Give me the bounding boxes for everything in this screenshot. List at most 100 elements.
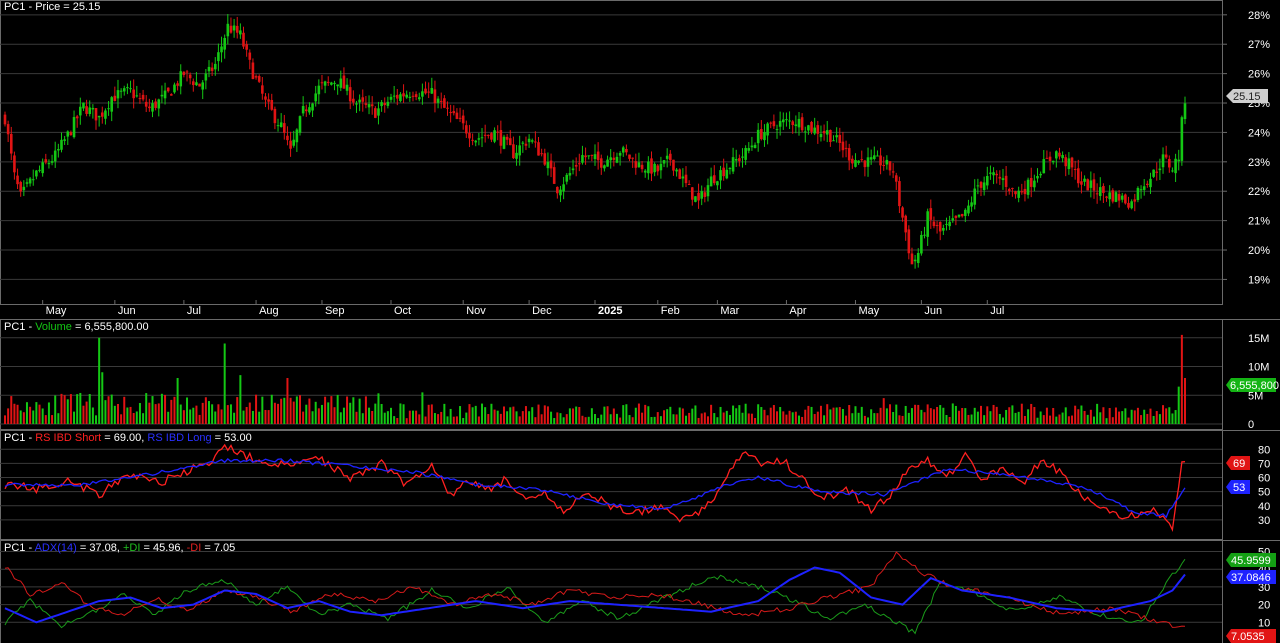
candle-body <box>213 63 217 70</box>
candle-body <box>716 181 719 186</box>
volume-symbol: PC1 <box>4 321 25 333</box>
volume-bar <box>958 410 961 424</box>
candle-body <box>449 112 452 114</box>
time-tick-label: Jul <box>990 305 1004 317</box>
volume-bar <box>948 416 951 424</box>
volume-bar <box>619 417 622 424</box>
volume-bar <box>1039 411 1042 424</box>
volume-bar <box>95 415 98 424</box>
candle-body <box>825 130 829 135</box>
volume-bar <box>914 404 917 424</box>
candle-body <box>119 90 123 92</box>
candle-body <box>1001 178 1005 181</box>
candle-body <box>292 139 296 146</box>
candle-body <box>348 87 352 102</box>
candle-body <box>1007 189 1011 192</box>
candle-body <box>694 196 697 202</box>
candle-body <box>559 189 562 196</box>
volume-bar <box>524 406 527 424</box>
volume-bar <box>801 416 804 424</box>
volume-bar <box>22 412 25 424</box>
plus-di-tag: 45.9599 <box>1226 553 1276 567</box>
volume-bar <box>1049 415 1052 424</box>
volume-bar <box>217 404 220 424</box>
candle-body <box>1014 191 1017 195</box>
rs-short-label: RS IBD Short <box>35 432 101 444</box>
candle-body <box>841 141 845 151</box>
candle-body <box>672 159 675 171</box>
candle-body <box>1117 194 1121 201</box>
volume-bar <box>79 392 82 424</box>
price-tick-label: 28% <box>1248 10 1270 22</box>
volume-bar <box>76 394 79 424</box>
volume-bar <box>91 407 94 424</box>
rs-tick-label: 40 <box>1258 501 1270 513</box>
candle-body <box>455 112 459 119</box>
candle-body <box>650 158 653 174</box>
candle-body <box>681 176 685 179</box>
candle-body <box>474 140 478 143</box>
volume-bar <box>170 399 173 424</box>
volume-bar <box>807 405 810 424</box>
time-tick-label: Oct <box>394 305 411 317</box>
candle-body <box>675 169 678 172</box>
candle-body <box>964 209 967 216</box>
volume-bar <box>776 411 779 424</box>
volume-bar <box>609 414 612 424</box>
candle-body <box>951 218 955 221</box>
candle-body <box>640 164 644 170</box>
candle-body <box>138 98 142 100</box>
candle-body <box>524 143 528 146</box>
stock-chart[interactable]: 28%27%26%25%24%23%22%21%20%19% May Jun Jul… <box>0 0 1280 643</box>
candle-body <box>568 172 572 176</box>
volume-bar <box>251 410 254 424</box>
candle-body <box>446 107 449 109</box>
candle-body <box>245 44 248 50</box>
volume-bar <box>860 406 863 424</box>
volume-bar <box>465 412 468 424</box>
volume-bar <box>797 415 800 424</box>
volume-bar <box>1143 409 1146 424</box>
volume-bar <box>769 407 772 424</box>
volume-bar <box>214 411 217 424</box>
volume-bar <box>7 408 10 424</box>
candle-body <box>998 176 1002 179</box>
candle-body <box>1058 152 1061 157</box>
candle-body <box>954 215 958 218</box>
candle-body <box>1124 194 1127 204</box>
candle-body <box>1114 192 1118 202</box>
candle-body <box>326 81 330 83</box>
candle-body <box>549 160 553 169</box>
volume-bar <box>1111 417 1114 424</box>
candle-body <box>750 145 754 148</box>
volume-tick-label: 15M <box>1248 333 1269 345</box>
candle-body <box>182 71 186 75</box>
candle-body <box>769 122 773 124</box>
volume-bar <box>396 417 399 424</box>
candle-body <box>1098 187 1102 196</box>
candle-body <box>25 182 29 184</box>
volume-bar <box>471 407 474 424</box>
candle-body <box>82 102 85 109</box>
volume-bar <box>1155 411 1158 424</box>
candle-body <box>195 82 198 86</box>
candle-body <box>512 144 515 159</box>
volume-bar <box>47 402 50 424</box>
volume-bar <box>813 414 816 424</box>
volume-bar <box>320 404 323 424</box>
candle-body <box>800 117 804 131</box>
volume-bar <box>1146 413 1149 424</box>
volume-bar <box>559 413 562 424</box>
candle-body <box>1120 195 1124 200</box>
candle-body <box>916 252 920 264</box>
candle-body <box>207 66 211 72</box>
candle-body <box>443 98 446 108</box>
adx-tick-label: 20 <box>1258 600 1270 612</box>
volume-bar <box>556 412 559 424</box>
candle-body <box>439 100 443 102</box>
candle-body <box>1083 178 1086 182</box>
volume-bar <box>1171 413 1174 424</box>
candle-body <box>1070 157 1074 168</box>
volume-bar <box>41 408 44 424</box>
candle-body <box>866 157 870 167</box>
